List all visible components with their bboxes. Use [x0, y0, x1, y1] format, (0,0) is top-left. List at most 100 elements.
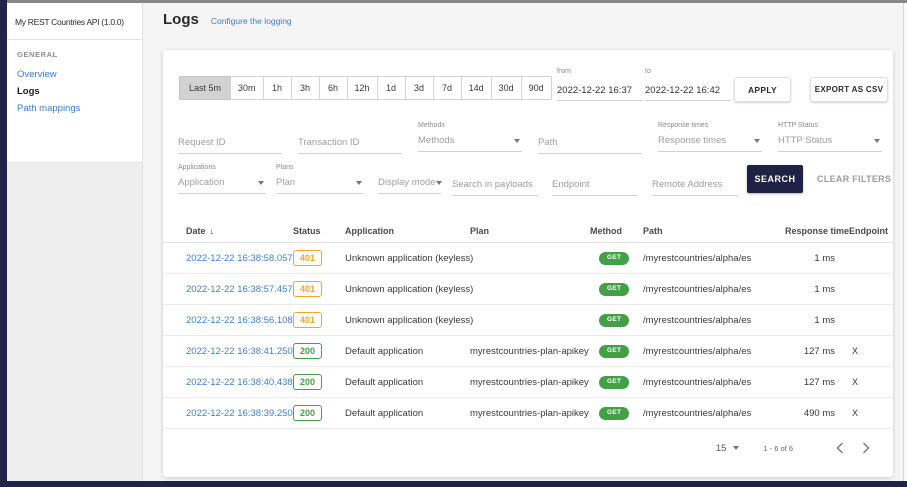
application-cell: Unknown application (keyless): [345, 253, 470, 264]
sidebar-item-logs[interactable]: Logs: [7, 83, 142, 100]
methods-field: Methods Methods: [418, 122, 522, 152]
page-size-select[interactable]: 15: [716, 443, 740, 454]
pagination-range-label: 1 - 6 of 6: [763, 444, 793, 453]
table-row[interactable]: 2022-12-22 16:38:41.250 200 Default appl…: [163, 336, 893, 367]
page-header: Logs Configure the logging: [163, 11, 292, 28]
time-range-button-3h[interactable]: 3h: [291, 76, 320, 100]
table-header-plan: Plan: [470, 226, 590, 236]
request-id-field: [178, 122, 282, 154]
log-date-link[interactable]: 2022-12-22 16:38:58.057: [186, 253, 293, 264]
application-cell: Default application: [345, 377, 470, 388]
table-row[interactable]: 2022-12-22 16:38:58.057 401 Unknown appl…: [163, 243, 893, 274]
response-time-cell: 1 ms: [785, 284, 849, 295]
sidebar-item-path-mappings[interactable]: Path mappings: [7, 100, 142, 117]
time-range-button-3d[interactable]: 3d: [405, 76, 434, 100]
remote-address-input[interactable]: [652, 176, 738, 196]
log-date-link[interactable]: 2022-12-22 16:38:56.108: [186, 315, 293, 326]
log-date-link[interactable]: 2022-12-22 16:38:57.457: [186, 284, 293, 295]
response-time-cell: 1 ms: [785, 253, 849, 264]
plan-cell: myrestcountries-plan-apikey: [470, 377, 590, 388]
methods-label: Methods: [418, 122, 522, 132]
endpoint-cell: X: [849, 346, 893, 356]
configure-logging-link[interactable]: Configure the logging: [211, 16, 292, 26]
table-row[interactable]: 2022-12-22 16:38:40.438 200 Default appl…: [163, 367, 893, 398]
response-time-cell: 490 ms: [785, 408, 849, 419]
pagination: 15 1 - 6 of 6: [163, 438, 893, 458]
time-range-button-30d[interactable]: 30d: [491, 76, 522, 100]
table-row[interactable]: 2022-12-22 16:38:57.457 401 Unknown appl…: [163, 274, 893, 305]
from-input[interactable]: [557, 83, 643, 101]
chevron-down-icon: [733, 446, 739, 450]
log-date-link[interactable]: 2022-12-22 16:38:41.250: [186, 346, 293, 357]
response-time-cell: 127 ms: [785, 377, 849, 388]
sidebar-divider: [7, 39, 142, 40]
scrollbar-track[interactable]: [903, 3, 907, 481]
path-field: [538, 122, 642, 154]
apply-button[interactable]: APPLY: [734, 77, 791, 102]
api-logs-screen: My REST Countries API (1.0.0) GENERAL Ov…: [0, 0, 907, 487]
method-badge: GET: [599, 376, 629, 389]
time-range-button-7d[interactable]: 7d: [433, 76, 462, 100]
search-payloads-input[interactable]: [452, 176, 538, 196]
table-header-status: Status: [293, 226, 345, 236]
from-label: from: [557, 68, 643, 75]
path-input[interactable]: [538, 134, 642, 154]
remote-address-field: [652, 164, 738, 196]
table-header-date[interactable]: Date ↓: [186, 226, 293, 236]
from-field: from: [557, 68, 643, 101]
method-badge: GET: [599, 283, 629, 296]
chevron-down-icon: [356, 181, 362, 185]
time-range-button-30m[interactable]: 30m: [230, 76, 264, 100]
export-csv-button[interactable]: EXPORT AS CSV: [810, 77, 888, 102]
path-cell: /myrestcountries/alpha/es: [643, 315, 785, 326]
clear-filters-button[interactable]: CLEAR FILTERS: [817, 174, 891, 184]
chevron-down-icon: [874, 139, 880, 143]
time-range-button-12h[interactable]: 12h: [347, 76, 378, 100]
time-range-button-14d[interactable]: 14d: [461, 76, 492, 100]
to-input[interactable]: [645, 83, 731, 101]
status-badge: 401: [293, 281, 322, 297]
response-times-label: Response times: [658, 122, 762, 132]
chevron-down-icon: [258, 181, 264, 185]
http-status-select[interactable]: HTTP Status: [778, 132, 882, 152]
search-button[interactable]: SEARCH: [747, 165, 803, 193]
display-mode-select[interactable]: Display mode: [378, 174, 441, 194]
application-cell: Default application: [345, 346, 470, 357]
next-page-button[interactable]: [853, 438, 879, 458]
time-range-group: Last 5m 30m 1h 3h 6h 12h 1d 3d 7d 14d 30…: [179, 76, 552, 100]
method-badge: GET: [599, 345, 629, 358]
endpoint-cell: X: [849, 377, 893, 387]
status-badge: 401: [293, 250, 322, 266]
methods-select[interactable]: Methods: [418, 132, 522, 152]
time-range-button-90d[interactable]: 90d: [521, 76, 552, 100]
log-date-link[interactable]: 2022-12-22 16:38:40.438: [186, 377, 293, 388]
status-badge: 200: [293, 343, 322, 359]
time-range-button-1d[interactable]: 1d: [377, 76, 406, 100]
previous-page-button[interactable]: [827, 438, 853, 458]
sidebar-item-overview[interactable]: Overview: [7, 66, 142, 83]
endpoint-input[interactable]: [552, 176, 638, 196]
response-times-field: Response times Response times: [658, 122, 762, 152]
table-row[interactable]: 2022-12-22 16:38:56.108 401 Unknown appl…: [163, 305, 893, 336]
table-header-application: Application: [345, 226, 470, 236]
time-range-button-1h[interactable]: 1h: [263, 76, 292, 100]
search-payloads-field: [452, 164, 538, 196]
transaction-id-input[interactable]: [298, 134, 402, 154]
sidebar-panel: My REST Countries API (1.0.0) GENERAL Ov…: [7, 3, 142, 163]
table-row[interactable]: 2022-12-22 16:38:39.250 200 Default appl…: [163, 398, 893, 429]
log-date-link[interactable]: 2022-12-22 16:38:39.250: [186, 408, 293, 419]
response-time-cell: 127 ms: [785, 346, 849, 357]
status-badge: 200: [293, 374, 322, 390]
time-range-button-6h[interactable]: 6h: [319, 76, 348, 100]
method-badge: GET: [599, 314, 629, 327]
request-id-input[interactable]: [178, 134, 282, 154]
endpoint-cell: X: [849, 408, 893, 418]
response-times-select[interactable]: Response times: [658, 132, 762, 152]
plans-select[interactable]: Plan: [276, 174, 364, 194]
path-cell: /myrestcountries/alpha/es: [643, 284, 785, 295]
table-header-path: Path: [643, 226, 785, 236]
window-top-edge: [0, 0, 907, 3]
applications-select[interactable]: Application: [178, 174, 266, 194]
time-range-button-last-5m[interactable]: Last 5m: [179, 76, 231, 100]
api-title: My REST Countries API (1.0.0): [7, 17, 142, 27]
